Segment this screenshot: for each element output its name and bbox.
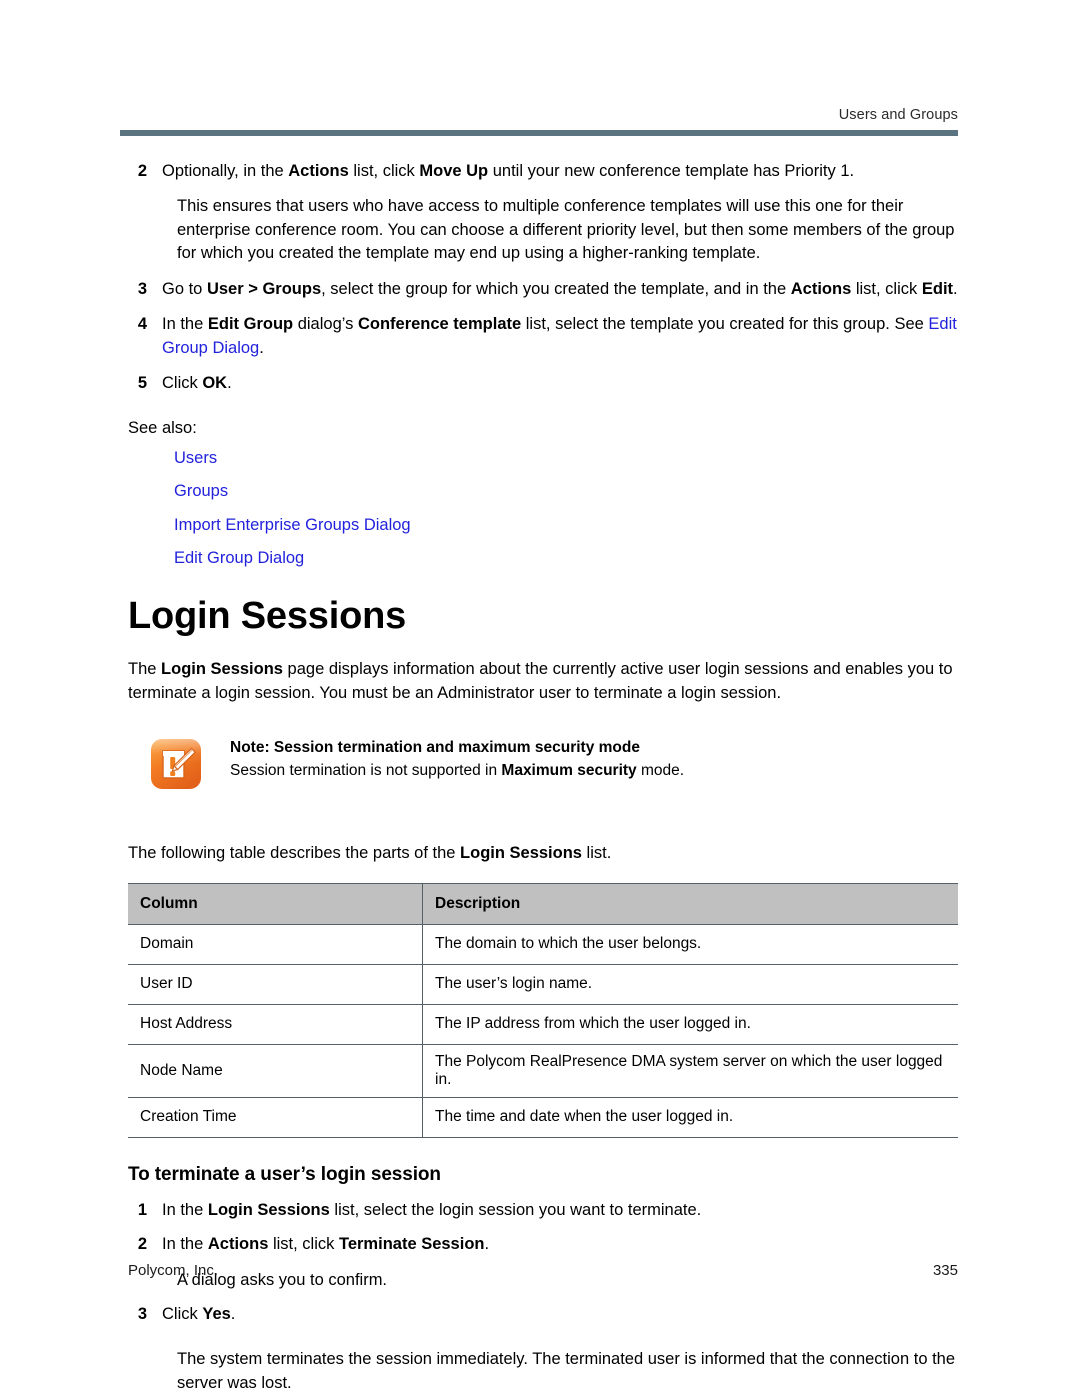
table-head: Column Description xyxy=(128,882,958,925)
see-also-label: See also: xyxy=(128,419,197,438)
cell-description: The time and date when the user logged i… xyxy=(422,1097,958,1138)
footer-company: Polycom, Inc. xyxy=(128,1262,219,1279)
running-header-title: Users and Groups xyxy=(838,107,958,123)
footer-page-number: 335 xyxy=(932,1262,958,1279)
list-item: 5 Click OK. xyxy=(128,372,960,395)
see-also-links: Users Groups Import Enterprise Groups Di… xyxy=(174,450,960,567)
step-number: 2 xyxy=(137,1235,147,1254)
table-lead-in: The following table describes the parts … xyxy=(128,843,612,862)
cell-description: The user’s login name. xyxy=(422,964,958,1005)
procedure-title: To terminate a user’s login session xyxy=(128,1163,441,1185)
cell-description: The domain to which the user belongs. xyxy=(422,924,958,965)
list-item: 3 Go to User > Groups, select the group … xyxy=(128,278,960,301)
step-text: In the Actions list, click Terminate Ses… xyxy=(162,1235,490,1254)
section-intro: The Login Sessions page displays informa… xyxy=(128,659,953,702)
table-row: Node Name The Polycom RealPresence DMA s… xyxy=(128,1044,958,1098)
procedure-closing: The system terminates the session immedi… xyxy=(177,1349,956,1392)
table-row: Domain The domain to which the user belo… xyxy=(128,924,958,965)
note-body: Note: Session termination and maximum se… xyxy=(230,736,684,783)
note-callout: Note: Session termination and maximum se… xyxy=(128,736,960,790)
step-text: In the Login Sessions list, select the l… xyxy=(162,1200,702,1219)
cell-description: The Polycom RealPresence DMA system serv… xyxy=(422,1044,958,1098)
page-footer: Polycom, Inc. 335 xyxy=(128,1262,958,1279)
document-page: Users and Groups 2 Optionally, in the Ac… xyxy=(0,0,1080,1397)
running-header: Users and Groups xyxy=(120,107,958,136)
link-users[interactable]: Users xyxy=(174,450,960,467)
cell-column-name: User ID xyxy=(128,964,423,1005)
list-item: 1 In the Login Sessions list, select the… xyxy=(128,1199,960,1222)
step-text: Go to User > Groups, select the group fo… xyxy=(162,279,958,298)
note-pencil-icon xyxy=(150,738,202,790)
step-text: Optionally, in the Actions list, click M… xyxy=(162,162,855,180)
table-body: Domain The domain to which the user belo… xyxy=(128,924,958,1138)
header-rule xyxy=(120,129,958,136)
see-also-block: See also: Users Groups Import Enterprise… xyxy=(128,417,960,566)
cell-column-name: Creation Time xyxy=(128,1097,423,1138)
step-text: Click Yes. xyxy=(162,1305,236,1324)
column-header-column: Column xyxy=(128,882,423,925)
link-import-enterprise-groups-dialog[interactable]: Import Enterprise Groups Dialog xyxy=(174,517,960,534)
list-item: 2 Optionally, in the Actions list, click… xyxy=(128,160,960,183)
step-2-continuation: This ensures that users who have access … xyxy=(177,197,955,263)
column-header-description: Description xyxy=(422,882,958,925)
page-content: 2 Optionally, in the Actions list, click… xyxy=(128,160,960,1395)
table-row: User ID The user’s login name. xyxy=(128,964,958,1005)
cell-description: The IP address from which the user logge… xyxy=(422,1004,958,1045)
cell-column-name: Domain xyxy=(128,924,423,965)
list-item: 3 Click Yes. xyxy=(128,1303,960,1326)
login-sessions-parts-table: Column Description Domain The domain to … xyxy=(128,882,958,1138)
page-title: Login Sessions xyxy=(128,594,407,637)
cell-column-name: Node Name xyxy=(128,1044,423,1098)
step-text: In the Edit Group dialog’s Conference te… xyxy=(162,315,957,357)
step-number: 5 xyxy=(137,373,147,392)
step-text: Click OK. xyxy=(162,373,232,392)
note-text: Session termination is not supported in … xyxy=(230,762,685,780)
note-title: Note: Session termination and maximum se… xyxy=(230,738,640,756)
link-edit-group-dialog[interactable]: Edit Group Dialog xyxy=(174,550,960,567)
step-number: 2 xyxy=(137,162,147,180)
link-groups[interactable]: Groups xyxy=(174,483,960,500)
step-number: 1 xyxy=(137,1200,147,1219)
table-header-row: Column Description xyxy=(128,882,958,925)
step-number: 3 xyxy=(137,1305,147,1324)
list-item: 2 In the Actions list, click Terminate S… xyxy=(128,1233,960,1256)
step-number: 4 xyxy=(137,315,147,334)
step-number: 3 xyxy=(137,279,147,298)
cell-column-name: Host Address xyxy=(128,1004,423,1045)
list-item: 4 In the Edit Group dialog’s Conference … xyxy=(128,313,960,360)
table-row: Creation Time The time and date when the… xyxy=(128,1097,958,1138)
table-row: Host Address The IP address from which t… xyxy=(128,1004,958,1045)
